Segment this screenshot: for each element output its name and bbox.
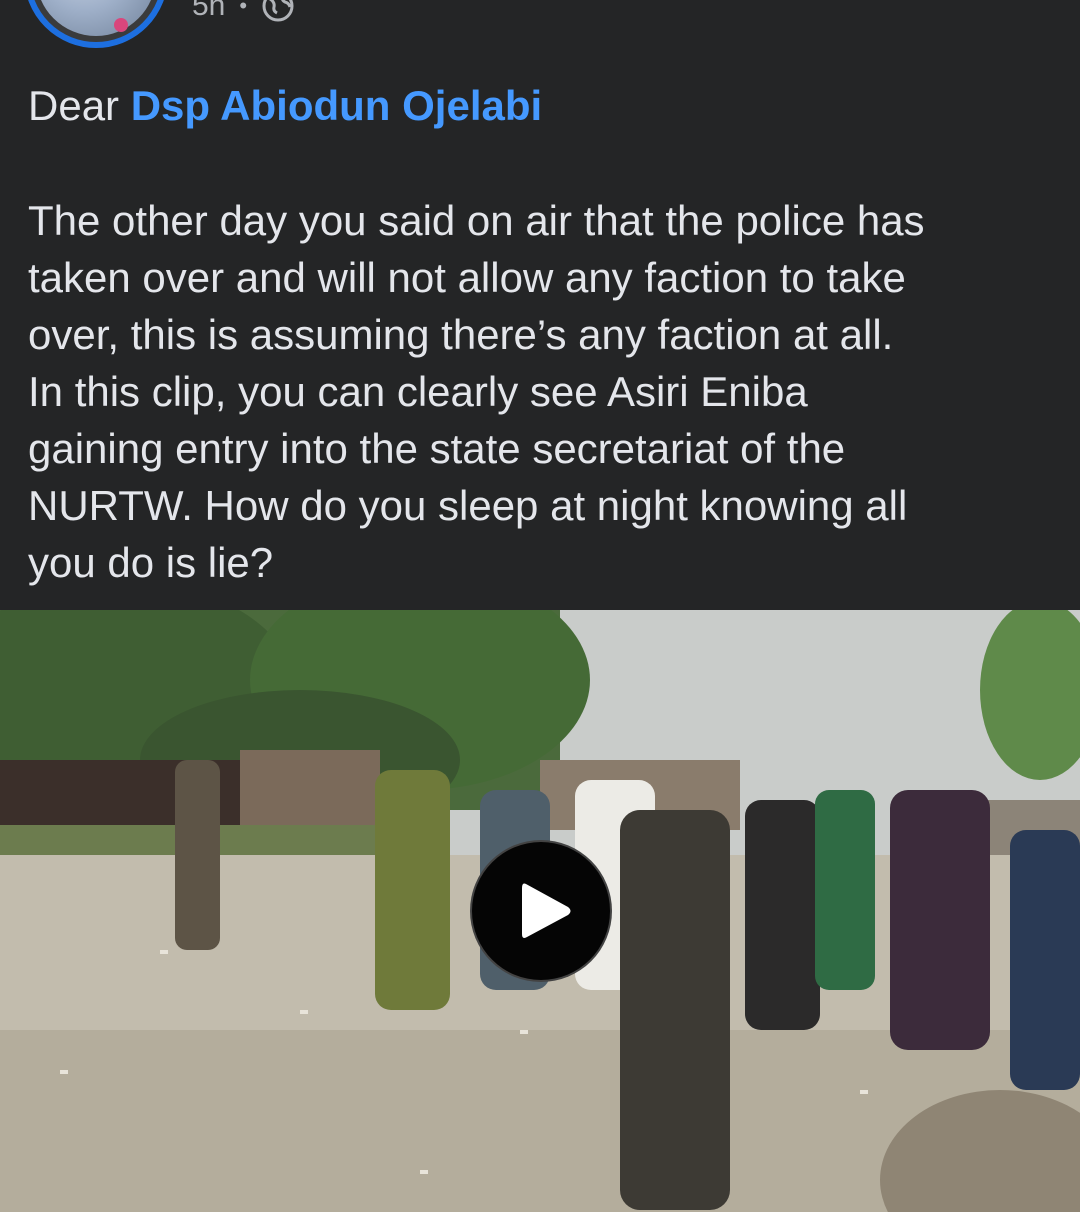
- post-time[interactable]: 5h: [192, 0, 225, 23]
- post-header: 5h •: [0, 0, 1080, 60]
- avatar[interactable]: [24, 0, 168, 48]
- avatar-image: [36, 0, 156, 36]
- globe-icon: [261, 0, 295, 23]
- post-greeting: Dear Dsp Abiodun Ojelabi: [28, 80, 1058, 132]
- post-meta: 5h •: [192, 0, 295, 26]
- meta-separator: •: [239, 0, 248, 18]
- post-body: The other day you said on air that the p…: [28, 197, 925, 586]
- mention-link[interactable]: Dsp Abiodun Ojelabi: [131, 82, 542, 129]
- play-icon: [518, 880, 574, 947]
- play-button[interactable]: [470, 840, 612, 982]
- avatar-badge: [114, 18, 128, 32]
- greeting-prefix: Dear: [28, 82, 120, 129]
